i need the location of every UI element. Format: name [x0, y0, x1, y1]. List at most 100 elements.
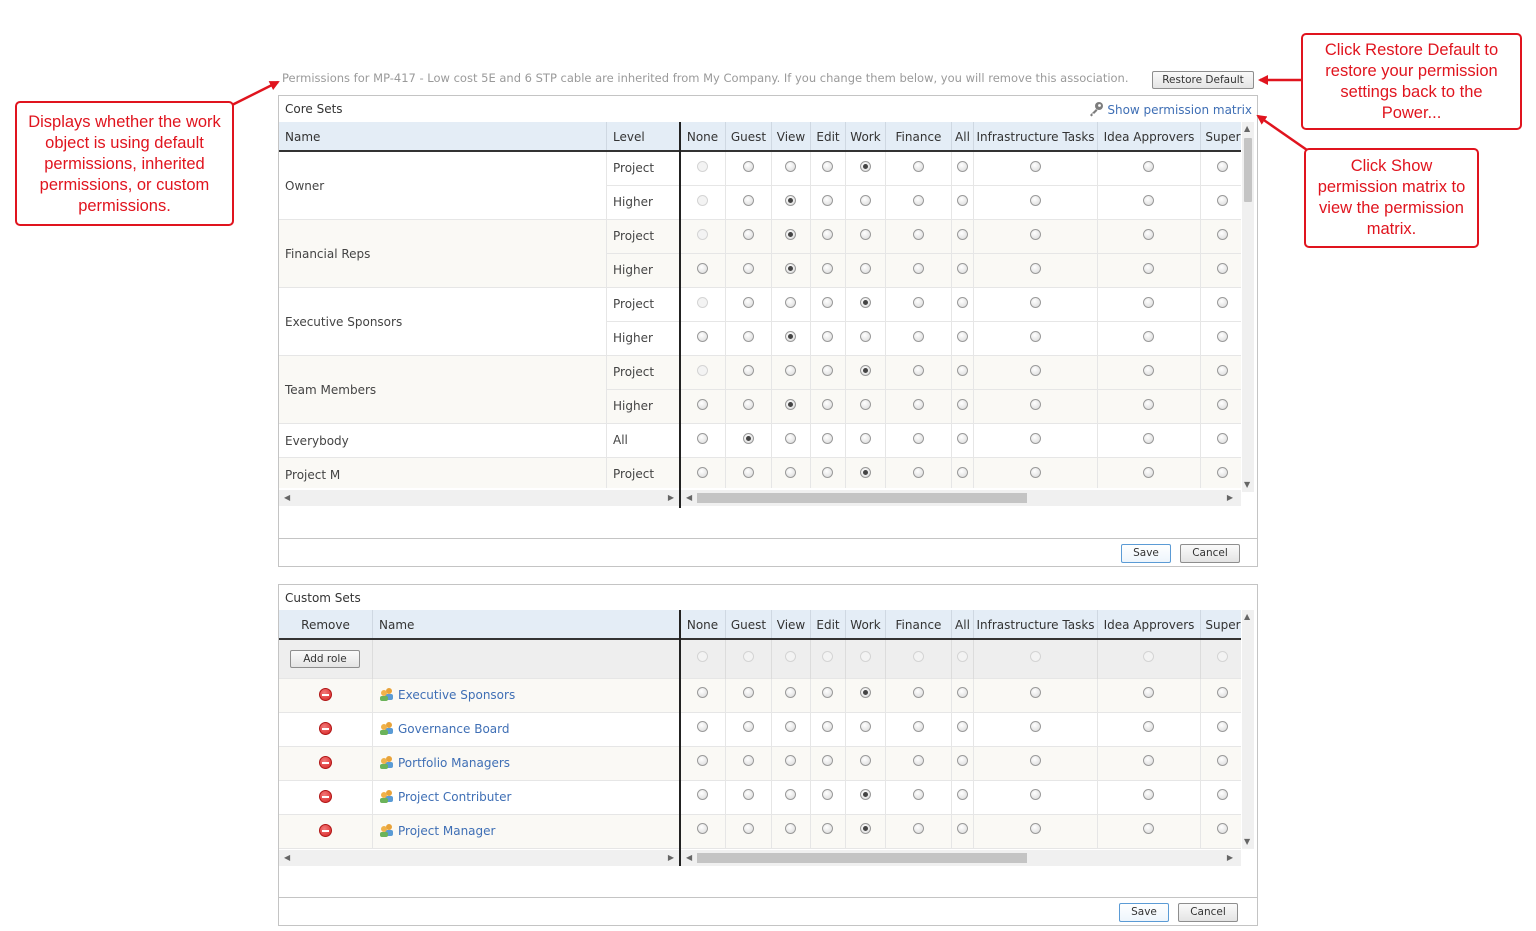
permission-radio-all[interactable]	[956, 686, 968, 698]
permission-radio-edit[interactable]	[822, 330, 833, 342]
permission-radio-all[interactable]	[956, 432, 968, 444]
permission-radio-all[interactable]	[956, 754, 968, 766]
permission-radio-finance[interactable]	[912, 228, 924, 240]
permission-radio-view[interactable]	[785, 754, 796, 766]
permission-radio-finance[interactable]	[912, 194, 924, 206]
permission-radio-super[interactable]	[1217, 262, 1228, 274]
permission-radio-view[interactable]	[785, 330, 796, 342]
permission-radio-none[interactable]	[697, 466, 708, 478]
permission-radio-infrastructure-tasks[interactable]	[1029, 754, 1041, 766]
permission-radio-super[interactable]	[1217, 788, 1228, 800]
permission-radio-work[interactable]	[859, 398, 871, 410]
permission-radio-guest[interactable]	[742, 398, 754, 410]
custom-role-name-cell[interactable]: Executive Sponsors	[372, 679, 680, 712]
custom-role-name-link[interactable]: Project Contributer	[398, 790, 511, 804]
permission-radio-infrastructure-tasks[interactable]	[1029, 262, 1041, 274]
custom-left-hscrollbar[interactable]: ◀ ▶	[279, 850, 679, 866]
permission-radio-infrastructure-tasks[interactable]	[1029, 364, 1041, 376]
permission-radio-none[interactable]	[697, 432, 708, 444]
permission-radio-idea-approvers[interactable]	[1143, 466, 1154, 478]
permission-radio-work[interactable]	[859, 822, 871, 834]
permission-radio-work[interactable]	[859, 296, 871, 308]
permission-radio-none[interactable]	[697, 720, 708, 732]
add-role-button[interactable]: Add role	[290, 650, 360, 668]
remove-icon[interactable]	[319, 756, 332, 769]
permission-radio-all[interactable]	[956, 720, 968, 732]
permission-radio-edit[interactable]	[822, 228, 833, 240]
custom-vertical-scrollbar[interactable]: ▲ ▼	[1242, 610, 1254, 849]
core-save-button[interactable]: Save	[1121, 544, 1171, 563]
permission-radio-guest[interactable]	[742, 720, 754, 732]
permission-radio-idea-approvers[interactable]	[1143, 160, 1154, 172]
permission-radio-guest[interactable]	[742, 194, 754, 206]
custom-role-name-link[interactable]: Project Manager	[398, 824, 495, 838]
permission-radio-idea-approvers[interactable]	[1143, 686, 1154, 698]
permission-radio-finance[interactable]	[912, 686, 924, 698]
custom-role-name-link[interactable]: Governance Board	[398, 722, 509, 736]
permission-radio-guest[interactable]	[742, 228, 754, 240]
custom-role-name-link[interactable]: Portfolio Managers	[398, 756, 510, 770]
custom-right-hscrollbar[interactable]: ◀ ▶	[681, 850, 1241, 866]
core-left-hscrollbar[interactable]: ◀ ▶	[279, 490, 679, 506]
permission-radio-none[interactable]	[697, 754, 708, 766]
permission-radio-super[interactable]	[1217, 364, 1228, 376]
permission-radio-super[interactable]	[1217, 720, 1228, 732]
permission-radio-all[interactable]	[956, 364, 968, 376]
permission-radio-edit[interactable]	[822, 262, 833, 274]
permission-radio-view[interactable]	[785, 788, 796, 800]
permission-radio-super[interactable]	[1217, 686, 1228, 698]
permission-radio-guest[interactable]	[742, 822, 754, 834]
permission-radio-work[interactable]	[859, 754, 871, 766]
permission-radio-finance[interactable]	[912, 822, 924, 834]
permission-radio-all[interactable]	[956, 466, 968, 478]
permission-radio-guest[interactable]	[742, 788, 754, 800]
custom-save-button[interactable]: Save	[1119, 903, 1169, 922]
permission-radio-work[interactable]	[859, 466, 871, 478]
permission-radio-guest[interactable]	[742, 432, 754, 444]
permission-radio-idea-approvers[interactable]	[1143, 432, 1154, 444]
custom-role-name-cell[interactable]: Project Contributer	[372, 781, 680, 814]
custom-role-name-cell[interactable]: Portfolio Managers	[372, 747, 680, 780]
permission-radio-view[interactable]	[785, 686, 796, 698]
permission-radio-super[interactable]	[1217, 822, 1228, 834]
permission-radio-all[interactable]	[956, 822, 968, 834]
permission-radio-work[interactable]	[859, 330, 871, 342]
permission-radio-guest[interactable]	[742, 686, 754, 698]
permission-radio-view[interactable]	[785, 228, 796, 240]
permission-radio-finance[interactable]	[912, 160, 924, 172]
permission-radio-infrastructure-tasks[interactable]	[1029, 788, 1041, 800]
core-cancel-button[interactable]: Cancel	[1180, 544, 1240, 563]
permission-radio-finance[interactable]	[912, 364, 924, 376]
permission-radio-idea-approvers[interactable]	[1143, 296, 1154, 308]
permission-radio-view[interactable]	[785, 466, 796, 478]
permission-radio-all[interactable]	[956, 194, 968, 206]
custom-role-name-cell[interactable]: Governance Board	[372, 713, 680, 746]
remove-icon[interactable]	[319, 790, 332, 803]
permission-radio-infrastructure-tasks[interactable]	[1029, 160, 1041, 172]
permission-radio-super[interactable]	[1217, 398, 1228, 410]
restore-default-button[interactable]: Restore Default	[1152, 71, 1254, 89]
permission-radio-idea-approvers[interactable]	[1143, 754, 1154, 766]
permission-radio-idea-approvers[interactable]	[1143, 398, 1154, 410]
permission-radio-finance[interactable]	[912, 330, 924, 342]
permission-radio-view[interactable]	[785, 720, 796, 732]
custom-role-name-link[interactable]: Executive Sponsors	[398, 688, 515, 702]
permission-radio-view[interactable]	[785, 194, 796, 206]
permission-radio-all[interactable]	[956, 398, 968, 410]
permission-radio-view[interactable]	[785, 822, 796, 834]
permission-radio-edit[interactable]	[822, 194, 833, 206]
permission-radio-work[interactable]	[859, 720, 871, 732]
permission-radio-idea-approvers[interactable]	[1143, 262, 1154, 274]
permission-radio-finance[interactable]	[912, 720, 924, 732]
core-right-hscrollbar[interactable]: ◀ ▶	[681, 490, 1241, 506]
permission-radio-guest[interactable]	[742, 466, 754, 478]
remove-icon[interactable]	[319, 688, 332, 701]
permission-radio-work[interactable]	[859, 364, 871, 376]
permission-radio-all[interactable]	[956, 296, 968, 308]
permission-radio-edit[interactable]	[822, 720, 833, 732]
permission-radio-finance[interactable]	[912, 466, 924, 478]
permission-radio-super[interactable]	[1217, 330, 1228, 342]
remove-icon[interactable]	[319, 824, 332, 837]
permission-radio-edit[interactable]	[822, 364, 833, 376]
permission-radio-none[interactable]	[697, 330, 708, 342]
